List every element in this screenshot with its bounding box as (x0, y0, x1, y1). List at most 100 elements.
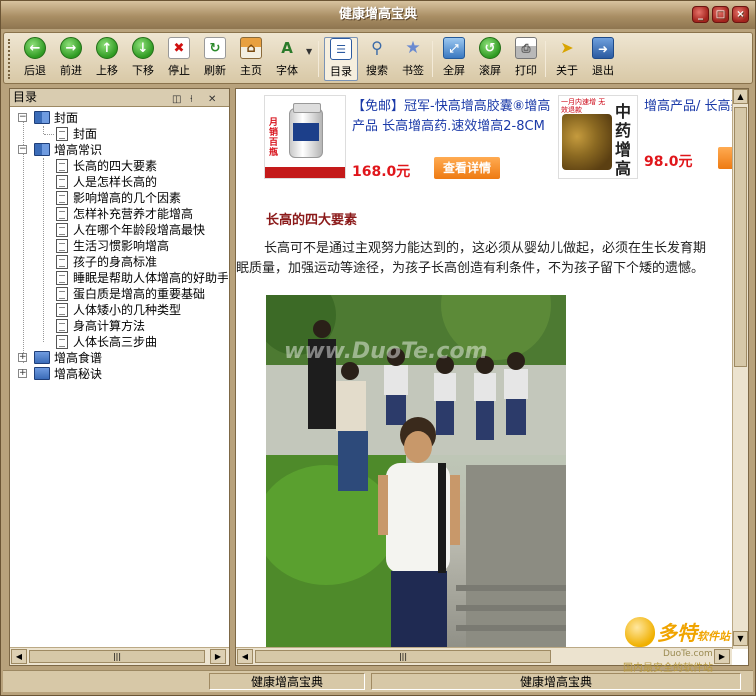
close-button[interactable]: × (732, 6, 749, 23)
pin-icon[interactable]: ⍿ (190, 91, 193, 108)
stop-button[interactable]: ✖ 停止 (162, 37, 196, 81)
tree-leaf[interactable]: 人体矮小的几种类型 (38, 302, 228, 318)
page-icon (56, 239, 68, 253)
print-button[interactable]: ⎙ 打印 (509, 37, 543, 81)
tree-leaf[interactable]: 睡眠是帮助人体增高的好助手 (38, 270, 228, 286)
herb-image (562, 114, 612, 170)
move-up-button[interactable]: ↑ 上移 (90, 37, 124, 81)
tree-leaf[interactable]: 人体长高三步曲 (38, 334, 228, 350)
expand-icon[interactable]: + (18, 369, 27, 378)
tree-node-basics[interactable]: − 增高常识 (18, 142, 218, 158)
article-photo: www.DuoTe.com (266, 295, 566, 651)
back-label: 后退 (24, 64, 46, 77)
tree-node-cover[interactable]: − 封面 (18, 110, 218, 126)
page-icon (56, 175, 68, 189)
logo-mascot-icon (625, 617, 655, 647)
content-vertical-scrollbar[interactable]: ▲ ▼ (732, 89, 748, 649)
toc-button[interactable]: ☰ 目录 (324, 37, 358, 81)
tree-leaf[interactable]: 影响增高的几个因素 (38, 190, 228, 206)
scroll-up-button[interactable]: ▲ (733, 89, 748, 104)
closed-book-icon (34, 351, 50, 364)
panel-menu-icon[interactable]: ◫ (172, 91, 181, 108)
article-title: 长高的四大要素 (266, 213, 358, 228)
tree-leaf-label: 长高的四大要素 (73, 159, 158, 173)
about-button[interactable]: ➤ 关于 (550, 37, 584, 81)
scrollbar-thumb[interactable] (734, 107, 747, 367)
tree-leaf[interactable]: 身高计算方法 (38, 318, 228, 334)
search-button[interactable]: ⚲ 搜索 (360, 37, 394, 81)
exit-door-icon: ➜ (592, 37, 614, 59)
ad-product-image[interactable]: 一月内速增 无效退款 中药增高 (558, 95, 638, 179)
search-label: 搜索 (366, 64, 388, 77)
toolbar: ← 后退 → 前进 ↑ 上移 ↓ 下移 ✖ 停止 ↻ 刷新 ⌂ 主页 A 字体 (3, 32, 753, 84)
scroll-left-button[interactable]: ◀ (11, 649, 27, 664)
page-icon (56, 159, 68, 173)
toc-horizontal-scrollbar[interactable]: ◀ ||| ▶ (10, 647, 229, 665)
title-bar: 健康增高宝典 _ □ × (1, 1, 755, 29)
tree-leaf[interactable]: 蛋白质是增高的重要基础 (38, 286, 228, 302)
page-icon (56, 207, 68, 221)
expand-icon[interactable]: + (18, 353, 27, 362)
move-down-button[interactable]: ↓ 下移 (126, 37, 160, 81)
about-label: 关于 (556, 64, 578, 77)
open-book-icon (34, 143, 50, 156)
tree-node-label: 增高秘诀 (54, 367, 103, 381)
tree-leaf[interactable]: 孩子的身高标准 (38, 254, 228, 270)
ad-banner-1[interactable]: 月销百瓶 【免邮】冠军-快高增高胶囊⑧增高产品 长高增高药.速效增高2-8CM … (264, 95, 554, 181)
tree-leaf[interactable]: 生活习惯影响增高 (38, 238, 228, 254)
scroll-left-button[interactable]: ◀ (237, 649, 253, 664)
tree-node-label: 增高食谱 (54, 351, 103, 365)
ad-product-image[interactable]: 月销百瓶 (264, 95, 346, 179)
ad-banner-2[interactable]: 一月内速增 无效退款 中药增高 增高产品/ 长高药增高/增高药/ 98.0元 (558, 95, 748, 181)
fullscreen-button[interactable]: ⤢ 全屏 (437, 37, 471, 81)
article-body: 长高可不是通过主观努力能达到的，这必须从婴幼儿做起，必须在生长发育期 眠质量，加… (236, 239, 748, 279)
home-button[interactable]: ⌂ 主页 (234, 37, 268, 81)
tree-node-secrets[interactable]: + 增高秘诀 (18, 366, 218, 382)
scroll-right-button[interactable]: ▶ (210, 649, 226, 664)
page-icon (56, 223, 68, 237)
scrollbar-thumb[interactable]: ||| (255, 650, 551, 663)
status-left: 健康增高宝典 (209, 673, 365, 690)
move-up-label: 上移 (96, 64, 118, 77)
font-button[interactable]: A 字体 (270, 37, 304, 81)
ad-details-button[interactable]: 查看详情 (434, 157, 500, 179)
tree-node-recipes[interactable]: + 增高食谱 (18, 350, 218, 366)
font-dropdown-arrow[interactable]: ▼ (306, 47, 312, 56)
panel-close-icon[interactable]: ✕ (208, 91, 216, 108)
home-label: 主页 (240, 64, 262, 77)
toolbar-grip[interactable] (8, 39, 12, 79)
forward-button[interactable]: → 前进 (54, 37, 88, 81)
bottle-image (289, 103, 323, 158)
article-line: 眠质量，加强运动等途径，为孩子长高创造有利条件，不为孩子留下个矮的遗憾。 (236, 261, 705, 276)
tree-line (44, 134, 54, 135)
maximize-button[interactable]: □ (712, 6, 729, 23)
refresh-button[interactable]: ↻ 刷新 (198, 37, 232, 81)
tree-leaf[interactable]: 封面 (38, 126, 218, 142)
tree-leaf-label: 人在哪个年龄段增高最快 (73, 223, 206, 237)
minimize-button[interactable]: _ (692, 6, 709, 23)
ad-badge: 月销百瓶 (269, 118, 279, 158)
refresh-icon: ↻ (204, 37, 226, 59)
tree-leaf-label: 人是怎样长高的 (73, 175, 158, 189)
back-button[interactable]: ← 后退 (18, 37, 52, 81)
arrow-down-icon: ↓ (132, 37, 154, 59)
autoscroll-button[interactable]: ↺ 滚屏 (473, 37, 507, 81)
tree-leaf[interactable]: 人是怎样长高的 (38, 174, 228, 190)
exit-button[interactable]: ➜ 退出 (586, 37, 620, 81)
closed-book-icon (34, 367, 50, 380)
collapse-icon[interactable]: − (18, 113, 27, 122)
autoscroll-label: 滚屏 (479, 64, 501, 77)
page-icon (56, 191, 68, 205)
collapse-icon[interactable]: − (18, 145, 27, 154)
scrollbar-thumb[interactable]: ||| (29, 650, 205, 663)
tree-leaf[interactable]: 怎样补充营养才能增高 (38, 206, 228, 222)
ad-title-link[interactable]: 【免邮】冠军-快高增高胶囊⑧增高产品 长高增高药.速效增高2-8CM (352, 97, 552, 137)
tree-leaf[interactable]: 人在哪个年龄段增高最快 (38, 222, 228, 238)
font-icon: A (281, 39, 293, 57)
tree-leaf[interactable]: 长高的四大要素 (38, 158, 228, 174)
tree-leaf-label: 睡眠是帮助人体增高的好助手 (73, 271, 228, 285)
font-label: 字体 (276, 64, 298, 77)
bookmark-star-icon: ★ (405, 38, 421, 58)
tree-leaf-label: 封面 (73, 127, 98, 141)
bookmark-button[interactable]: ★ 书签 (396, 37, 430, 81)
